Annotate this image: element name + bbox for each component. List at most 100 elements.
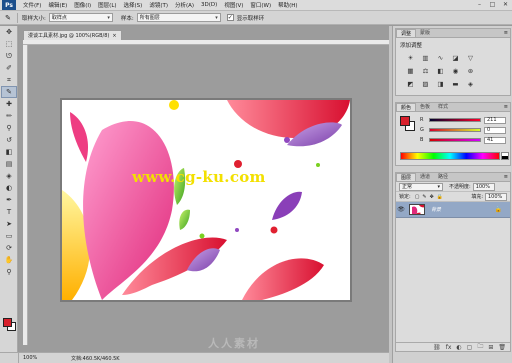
pen-tool-icon[interactable]: ✒ bbox=[1, 194, 17, 206]
crop-tool-icon[interactable]: ⌗ bbox=[1, 74, 17, 86]
quick-select-tool-icon[interactable]: ✐ bbox=[1, 62, 17, 74]
tab-paths[interactable]: 路径 bbox=[434, 173, 452, 181]
trash-icon[interactable]: 🗑 bbox=[498, 344, 506, 351]
menu-window[interactable]: 窗口(W) bbox=[250, 1, 271, 9]
marquee-tool-icon[interactable]: ⬚ bbox=[1, 38, 17, 50]
history-brush-tool-icon[interactable]: ↺ bbox=[1, 134, 17, 146]
blur-tool-icon[interactable]: ◈ bbox=[1, 170, 17, 182]
opacity-input[interactable]: 100% bbox=[472, 182, 495, 191]
posterize-icon[interactable]: ▨ bbox=[421, 80, 430, 88]
gradient-tool-icon[interactable]: ▤ bbox=[1, 158, 17, 170]
shape-tool-icon[interactable]: ▭ bbox=[1, 230, 17, 242]
3d-rotate-tool-icon[interactable]: ⟳ bbox=[1, 242, 17, 254]
zoom-tool-icon[interactable]: ⚲ bbox=[1, 266, 17, 278]
layer-style-icon[interactable]: fx bbox=[446, 344, 452, 351]
tab-layers[interactable]: 图层 bbox=[396, 173, 417, 181]
tab-swatches[interactable]: 色板 bbox=[416, 103, 434, 111]
color-foreground-swatch[interactable] bbox=[400, 116, 410, 126]
exposure-icon[interactable]: ◪ bbox=[451, 54, 460, 62]
menu-filter[interactable]: 滤镜(T) bbox=[149, 1, 168, 9]
lasso-tool-icon[interactable]: ᘎ bbox=[1, 50, 17, 62]
sample-size-select[interactable]: 取样点 ▾ bbox=[48, 13, 113, 22]
gradient-map-icon[interactable]: ▬ bbox=[451, 80, 460, 88]
eyedropper-tool-icon[interactable]: ✎ bbox=[1, 86, 17, 98]
document-size[interactable]: 文档:460.5K/460.5K bbox=[71, 355, 120, 362]
healing-brush-tool-icon[interactable]: ✚ bbox=[1, 98, 17, 110]
minimize-button[interactable]: – bbox=[476, 1, 483, 9]
dodge-tool-icon[interactable]: ◐ bbox=[1, 182, 17, 194]
menu-3d[interactable]: 3D(D) bbox=[201, 2, 217, 8]
menu-select[interactable]: 选择(S) bbox=[124, 1, 143, 9]
document-close-icon[interactable]: × bbox=[112, 33, 116, 39]
sample-select[interactable]: 所有图层 ▾ bbox=[136, 13, 221, 22]
vertical-ruler bbox=[23, 45, 28, 345]
menu-view[interactable]: 视图(V) bbox=[224, 1, 243, 9]
color-spectrum-ramp[interactable] bbox=[400, 152, 500, 160]
menu-image[interactable]: 图像(I) bbox=[74, 1, 91, 9]
panel-menu-icon[interactable]: ≡ bbox=[504, 103, 510, 111]
color-panel-body: R 211 G 0 B 41 bbox=[396, 112, 510, 164]
layer-row-background[interactable]: 👁 背景 🔒 bbox=[396, 202, 510, 218]
new-layer-icon[interactable]: ⊞ bbox=[488, 344, 493, 351]
red-slider[interactable] bbox=[429, 118, 481, 122]
menu-layer[interactable]: 图层(L) bbox=[98, 1, 116, 9]
tab-adjustments[interactable]: 调整 bbox=[396, 29, 417, 37]
menu-file[interactable]: 文件(F) bbox=[23, 1, 41, 9]
close-button[interactable]: ✕ bbox=[502, 1, 509, 9]
color-balance-icon[interactable]: ⚖ bbox=[421, 67, 430, 75]
layer-mask-icon[interactable]: ▢ bbox=[467, 344, 473, 351]
blue-channel-value[interactable]: 41 bbox=[484, 136, 506, 144]
fill-input[interactable]: 100% bbox=[485, 192, 507, 201]
document-tab[interactable]: 漫谈工具素材.jpg @ 100%(RGB/8) × bbox=[23, 30, 122, 40]
menu-edit[interactable]: 编辑(E) bbox=[48, 1, 67, 9]
link-layers-icon[interactable]: ⛓ bbox=[433, 344, 441, 351]
foreground-color-swatch[interactable] bbox=[3, 318, 12, 327]
path-select-tool-icon[interactable]: ➤ bbox=[1, 218, 17, 230]
green-slider[interactable] bbox=[429, 128, 481, 132]
selective-color-icon[interactable]: ◈ bbox=[466, 80, 475, 88]
blend-mode-select[interactable]: 正常 ▾ bbox=[399, 182, 443, 191]
clone-stamp-tool-icon[interactable]: ⚲ bbox=[1, 122, 17, 134]
brightness-icon[interactable]: ☀ bbox=[406, 54, 415, 62]
zoom-level[interactable]: 100% bbox=[23, 355, 51, 361]
type-tool-icon[interactable]: T bbox=[1, 206, 17, 218]
tab-masks[interactable]: 蒙版 bbox=[416, 29, 434, 37]
document-area: 漫谈工具素材.jpg @ 100%(RGB/8) × www.cg-ku.com bbox=[19, 26, 389, 352]
adjustment-layer-icon[interactable]: ◐ bbox=[456, 344, 461, 351]
threshold-icon[interactable]: ◨ bbox=[436, 80, 445, 88]
purple-left-petal bbox=[272, 191, 302, 220]
photo-filter-icon[interactable]: ◉ bbox=[451, 67, 460, 75]
move-tool-icon[interactable]: ✥ bbox=[1, 26, 17, 38]
hue-saturation-icon[interactable]: ▦ bbox=[406, 67, 415, 75]
eyedropper-icon[interactable]: ✎ bbox=[3, 13, 13, 23]
red-channel-value[interactable]: 211 bbox=[484, 116, 506, 124]
show-ring-checkbox[interactable]: ✓ bbox=[226, 14, 234, 21]
invert-icon[interactable]: ◩ bbox=[406, 80, 415, 88]
image-canvas[interactable]: www.cg-ku.com bbox=[62, 100, 350, 300]
panel-menu-icon[interactable]: ≡ bbox=[504, 29, 510, 37]
channel-mixer-icon[interactable]: ⊛ bbox=[466, 67, 475, 75]
green-channel-value[interactable]: 0 bbox=[484, 126, 506, 134]
photoshop-logo: Ps bbox=[2, 0, 16, 10]
vibrance-icon[interactable]: ▽ bbox=[466, 54, 475, 62]
tab-channels[interactable]: 通道 bbox=[416, 173, 434, 181]
menu-analysis[interactable]: 分析(A) bbox=[175, 1, 194, 9]
black-white-icon[interactable]: ◧ bbox=[436, 67, 445, 75]
new-group-icon[interactable]: 🗀 bbox=[477, 342, 483, 352]
eye-icon[interactable]: 👁 bbox=[396, 206, 406, 213]
brush-tool-icon[interactable]: ✏ bbox=[1, 110, 17, 122]
maximize-button[interactable]: □ bbox=[489, 1, 496, 9]
hand-tool-icon[interactable]: ✋ bbox=[1, 254, 17, 266]
color-panel: 颜色 色板 样式 ≡ R 211 G 0 B 41 bbox=[395, 102, 511, 166]
blue-slider[interactable] bbox=[429, 138, 481, 142]
menu-help[interactable]: 帮助(H) bbox=[278, 1, 297, 9]
lock-options-icon[interactable]: ▢✎✥🔒 bbox=[415, 194, 446, 200]
tab-styles[interactable]: 样式 bbox=[434, 103, 452, 111]
black-white-ramp[interactable] bbox=[501, 152, 509, 160]
tab-color[interactable]: 颜色 bbox=[396, 103, 417, 111]
curves-icon[interactable]: ∿ bbox=[436, 54, 445, 62]
levels-icon[interactable]: ▥ bbox=[421, 54, 430, 62]
panel-menu-icon[interactable]: ≡ bbox=[504, 173, 510, 181]
eraser-tool-icon[interactable]: ◧ bbox=[1, 146, 17, 158]
purple-dot bbox=[284, 137, 290, 143]
